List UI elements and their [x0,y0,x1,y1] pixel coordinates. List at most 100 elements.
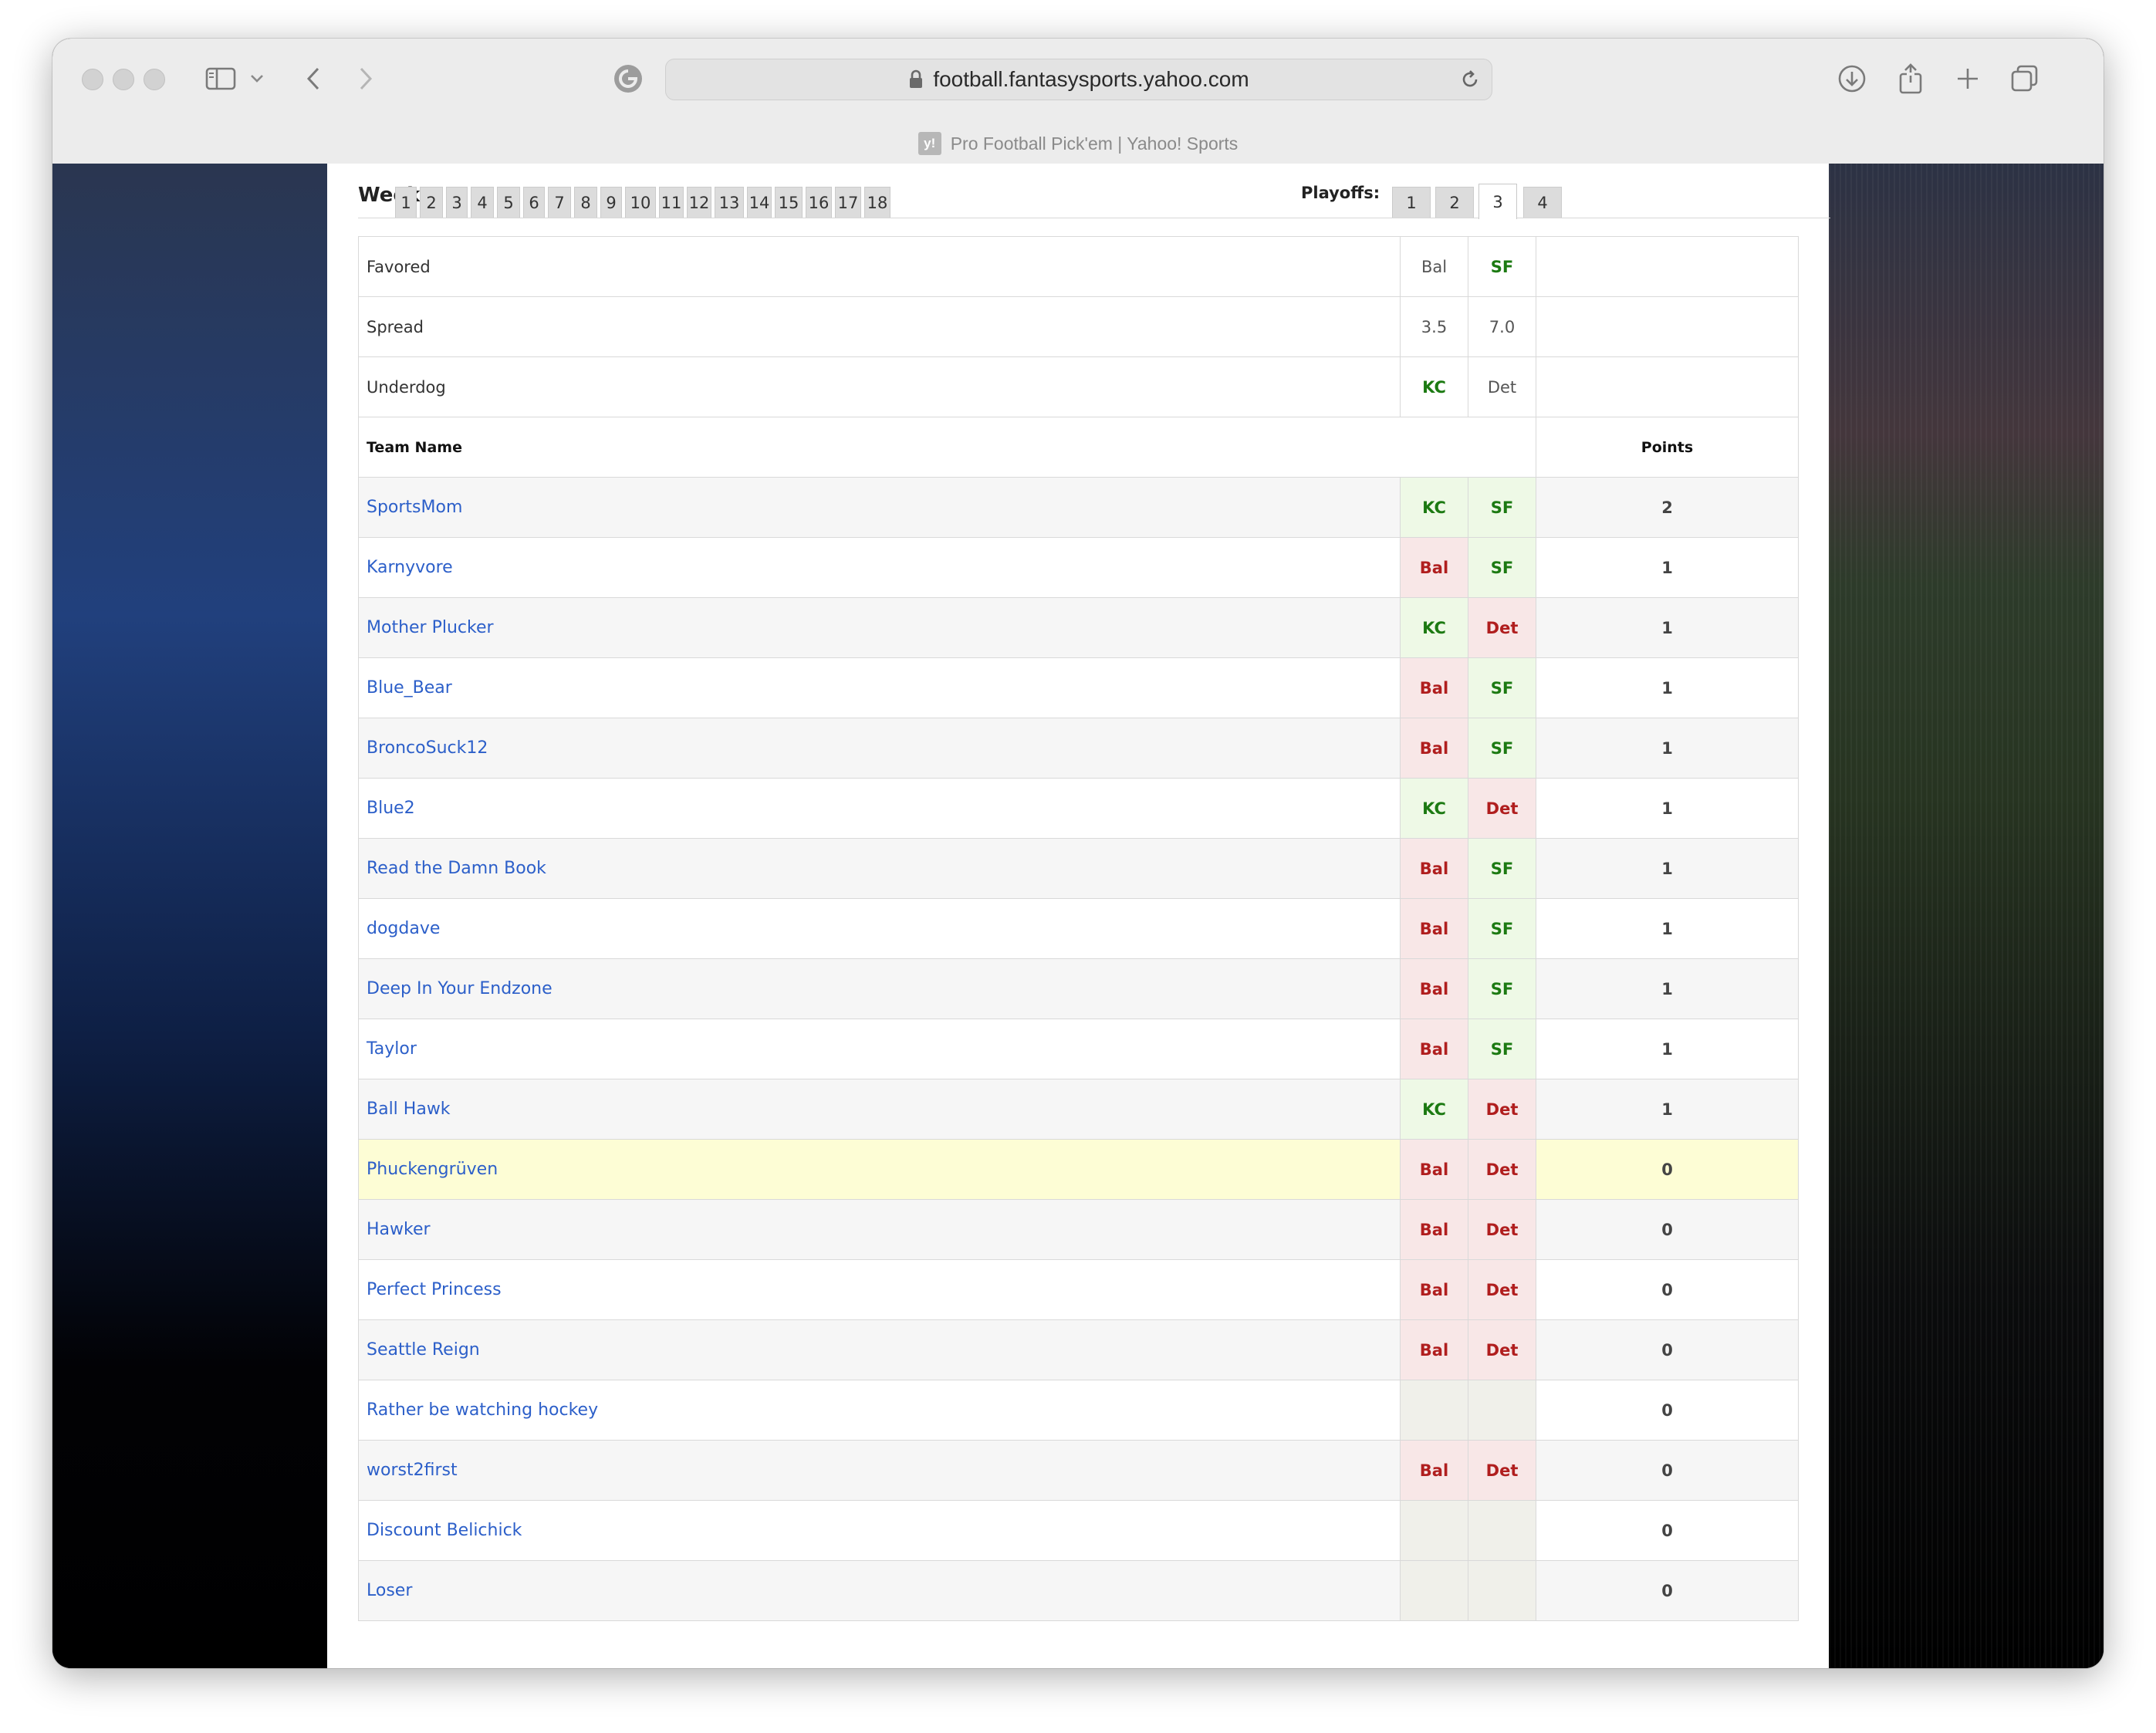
game2-pick: Det [1468,778,1536,839]
game1-pick: Bal [1400,898,1468,959]
week-tab-12[interactable]: 12 [687,187,711,218]
yahoo-favicon-icon: y! [917,132,941,155]
playoff-tab-3[interactable]: 3 [1478,184,1517,219]
week-tab-16[interactable]: 16 [806,187,832,218]
team-name-link[interactable]: Mother Plucker [367,618,494,637]
team-name-link[interactable]: Karnyvore [367,558,453,577]
game2-spread: 7.0 [1468,296,1536,357]
game2-favored: SF [1468,236,1536,297]
team-name-cell: Ball Hawk [358,1079,1401,1140]
team-name-link[interactable]: Hawker [367,1220,431,1239]
team-name-link[interactable]: Rather be watching hockey [367,1400,598,1420]
game1-pick: Bal [1400,958,1468,1019]
team-row: Seattle Reign Bal Det 0 [358,1319,1799,1380]
team-name-link[interactable]: Taylor [367,1039,417,1059]
team-row: worst2first Bal Det 0 [358,1440,1799,1501]
favored-label: Favored [358,236,1401,297]
week-tab-3[interactable]: 3 [446,187,468,218]
team-points: 0 [1536,1560,1799,1621]
team-name-cell: Hawker [358,1199,1401,1260]
back-icon[interactable] [298,60,329,97]
game2-pick: Det [1468,1259,1536,1320]
game1-favored: Bal [1400,236,1468,297]
reload-icon[interactable] [1459,69,1481,93]
game2-pick: Det [1468,1139,1536,1200]
favored-row: Favored Bal SF [358,236,1799,297]
extension-icon[interactable] [611,60,645,97]
team-name-link[interactable]: Phuckengrüven [367,1160,498,1179]
week-tab-17[interactable]: 17 [835,187,861,218]
zoom-window-button[interactable] [144,69,165,90]
team-name-header: Team Name [358,417,1536,478]
team-name-link[interactable]: Seattle Reign [367,1340,480,1360]
week-tab-15[interactable]: 15 [775,187,803,218]
minimize-window-button[interactable] [113,69,134,90]
share-icon[interactable] [1894,60,1928,97]
address-bar[interactable]: football.fantasysports.yahoo.com [665,59,1492,100]
new-tab-icon[interactable] [1951,60,1985,97]
team-name-cell: Karnyvore [358,537,1401,598]
pickem-content: Week 1 2 3 4 5 6 7 8 9 10 11 12 13 14 15 16 17 18 Playoff… [327,164,1830,1668]
week-tab-5[interactable]: 5 [497,187,520,218]
team-name-link[interactable]: Read the Damn Book [367,859,546,878]
week-tab-1[interactable]: 1 [395,187,417,218]
team-name-link[interactable]: worst2first [367,1461,458,1480]
team-name-link[interactable]: Ball Hawk [367,1100,451,1119]
close-window-button[interactable] [82,69,103,90]
team-points: 1 [1536,657,1799,718]
team-name-link[interactable]: SportsMom [367,498,462,517]
active-tab[interactable]: y! Pro Football Pick'em | Yahoo! Sports [52,127,2104,160]
playoff-tab-1[interactable]: 1 [1392,187,1431,218]
week-tab-7[interactable]: 7 [548,187,571,218]
browser-toolbar: football.fantasysports.yahoo.com y! Pro … [52,39,2104,164]
team-name-cell: BroncoSuck12 [358,718,1401,779]
spread-label: Spread [358,296,1401,357]
game2-pick: SF [1468,1019,1536,1079]
team-name-link[interactable]: Deep In Your Endzone [367,979,553,998]
game1-pick [1400,1560,1468,1621]
team-points: 1 [1536,838,1799,899]
game2-underdog: Det [1468,356,1536,417]
tab-overview-icon[interactable] [2008,60,2042,97]
sidebar-toggle-icon[interactable] [202,60,239,97]
week-tab-14[interactable]: 14 [747,187,772,218]
team-name-cell: Rather be watching hockey [358,1380,1401,1441]
week-tab-11[interactable]: 11 [659,187,684,218]
game2-pick [1468,1560,1536,1621]
team-row: SportsMom KC SF 2 [358,477,1799,538]
forward-icon[interactable] [350,60,381,97]
game1-pick [1400,1500,1468,1561]
week-tab-18[interactable]: 18 [864,187,890,218]
table-header-row: Team Name Points [358,417,1799,478]
chevron-down-icon[interactable] [245,60,269,97]
team-name-link[interactable]: dogdave [367,919,440,938]
week-navigation: Week 1 2 3 4 5 6 7 8 9 10 11 12 13 14 15 16 17 18 Playoff… [358,179,1830,219]
week-tab-8[interactable]: 8 [574,187,597,218]
team-points: 1 [1536,597,1799,658]
game2-pick: SF [1468,537,1536,598]
underdog-label: Underdog [358,356,1401,417]
team-name-link[interactable]: Loser [367,1581,412,1600]
spread-row: Spread 3.5 7.0 [358,296,1799,357]
week-tab-13[interactable]: 13 [715,187,744,218]
team-name-link[interactable]: Discount Belichick [367,1521,522,1540]
team-name-link[interactable]: Blue_Bear [367,678,452,698]
team-name-cell: Read the Damn Book [358,838,1401,899]
week-tab-4[interactable]: 4 [471,187,494,218]
week-tab-2[interactable]: 2 [420,187,443,218]
week-tab-9[interactable]: 9 [600,187,622,218]
downloads-icon[interactable] [1835,60,1869,97]
team-name-link[interactable]: BroncoSuck12 [367,738,488,758]
playoff-tab-2[interactable]: 2 [1435,187,1474,218]
game2-pick: SF [1468,718,1536,779]
team-name-link[interactable]: Blue2 [367,799,415,818]
game2-pick: Det [1468,597,1536,658]
team-row: Taylor Bal SF 1 [358,1019,1799,1079]
team-row: Mother Plucker KC Det 1 [358,597,1799,658]
game1-pick: Bal [1400,1259,1468,1320]
game1-underdog: KC [1400,356,1468,417]
team-name-link[interactable]: Perfect Princess [367,1280,502,1299]
week-tab-6[interactable]: 6 [523,187,545,218]
playoff-tab-4[interactable]: 4 [1523,187,1562,218]
week-tab-10[interactable]: 10 [625,187,656,218]
